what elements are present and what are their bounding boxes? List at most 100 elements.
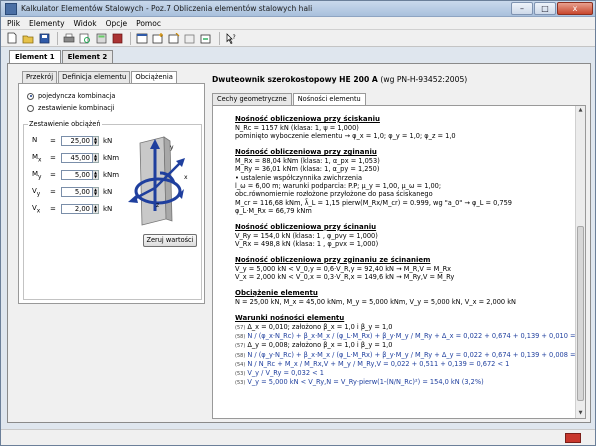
- result-line: obc.równomiernie rozłożone przyłożone do…: [235, 190, 575, 198]
- status-logo-icon: [565, 433, 581, 443]
- result-line: • ustalenie współczynnika zwichrzenia: [235, 174, 575, 182]
- toolbar-separator: [219, 31, 220, 45]
- equation-number: (57): [235, 343, 246, 350]
- loads-group: Zestawienie obciążeń N = 25,00 ▲ ▼ kN Mx …: [23, 120, 202, 300]
- radio-single-combination[interactable]: pojedyncza kombinacja: [27, 92, 115, 100]
- tab-element-1[interactable]: Element 1: [9, 50, 61, 64]
- window-icon[interactable]: [135, 32, 149, 45]
- field-mx-unit: kNm: [103, 154, 120, 163]
- results-panel: Nośność obliczeniowa przy ściskaniu N_Rc …: [212, 105, 586, 419]
- tab-element-2[interactable]: Element 2: [61, 50, 114, 63]
- preview-icon[interactable]: [78, 32, 92, 45]
- maximize-button[interactable]: □: [534, 2, 556, 15]
- toolbar-separator: [130, 31, 131, 45]
- spinner-n[interactable]: ▲ ▼: [93, 136, 99, 147]
- scroll-down-icon[interactable]: ▼: [576, 409, 585, 418]
- radio-dot-checked[interactable]: [27, 92, 34, 100]
- open-icon[interactable]: [21, 32, 35, 45]
- app-window: Kalkulator Elementów Stalowych - Poz.7 O…: [0, 0, 596, 446]
- field-row-vy: Vy = 5,00 ▲ ▼ kN: [32, 187, 113, 198]
- new-icon[interactable]: [5, 32, 19, 45]
- result-line: M_Rx = 88,04 kNm (klasa: 1, α_px = 1,053…: [235, 157, 575, 165]
- scroll-up-icon[interactable]: ▲: [576, 106, 585, 115]
- title-bar[interactable]: Kalkulator Elementów Stalowych - Poz.7 O…: [1, 1, 595, 17]
- field-n-input[interactable]: 25,00: [61, 136, 93, 147]
- field-row-vx: Vx = 2,00 ▲ ▼ kN: [32, 204, 113, 215]
- scroll-thumb[interactable]: [577, 226, 584, 401]
- document-panel: Przekrój Definicja elementu Obciążenia p…: [7, 63, 591, 423]
- field-vx-input[interactable]: 2,00: [61, 204, 93, 215]
- result-section-title: Warunki nośności elementu: [235, 313, 345, 322]
- loads-panel: pojedyncza kombinacja zestawienie kombin…: [18, 83, 205, 304]
- result-line: (53) V_y / V_Ry = 0,032 < 1: [235, 369, 575, 378]
- calc-icon[interactable]: [94, 32, 108, 45]
- zero-values-button[interactable]: Zeruj wartości: [143, 234, 197, 247]
- spinner-vy[interactable]: ▲ ▼: [93, 187, 99, 198]
- field-label-my: My: [32, 170, 42, 181]
- status-bar: [1, 429, 595, 445]
- add-element-icon[interactable]: [151, 32, 165, 45]
- delete-element-icon[interactable]: [183, 32, 197, 45]
- result-text: M_cr = 116,68 kNm, λ̄_L = 1,15 pierw(M_R…: [235, 198, 512, 207]
- result-text: N_Rc = 1157 kN (klasa: 1, ψ = 1,000): [235, 124, 359, 132]
- tab-definicja-elementu[interactable]: Definicja elementu: [58, 71, 131, 83]
- svg-text:z: z: [156, 202, 159, 209]
- radio-combination-list[interactable]: zestawienie kombinacji: [27, 104, 115, 112]
- tab-przekroj[interactable]: Przekrój: [22, 71, 58, 83]
- equation-number: (54): [235, 361, 246, 368]
- equation-number: (53): [235, 380, 246, 387]
- field-row-n: N = 25,00 ▲ ▼ kN: [32, 136, 113, 147]
- result-line: V_Ry = 154,0 kN (klasa: 1 , φ_pvy = 1,00…: [235, 232, 575, 240]
- result-section-title: Nośność obliczeniowa przy ściskaniu: [235, 115, 380, 123]
- result-text: N / N_Rc + M_x / M_Rx,V + M_y / M_Ry,V =…: [247, 359, 510, 368]
- equation-number: (58): [235, 333, 246, 340]
- help-icon[interactable]: ?: [224, 32, 238, 45]
- result-section: Warunki nośności elementu (57) Δ_x = 0,01…: [235, 313, 585, 388]
- result-text: Δ_x = 0,010; założono β_x = 1,0 i β_y = …: [247, 322, 393, 331]
- result-text: V_Rx = 498,8 kN (klasa: 1 , φ_pvx = 1,00…: [235, 239, 379, 248]
- results-scrollbar[interactable]: ▲ ▼: [575, 106, 585, 418]
- result-text: V_x = 2,000 kN < V_0,x = 0,3·V_R,x = 149…: [235, 273, 455, 282]
- spinner-my[interactable]: ▲ ▼: [93, 170, 99, 181]
- print-icon[interactable]: [62, 32, 76, 45]
- section-standard: (wg PN-H-93452:2005): [380, 75, 468, 84]
- menu-pomoc[interactable]: Pomoc: [136, 19, 161, 28]
- document-tabs: Element 1 Element 2: [9, 50, 114, 64]
- result-line: N = 25,00 kN, M_x = 45,00 kNm, M_y = 5,0…: [235, 298, 575, 306]
- svg-text:x: x: [184, 174, 188, 181]
- close-button[interactable]: x: [557, 2, 593, 15]
- spinner-mx[interactable]: ▲ ▼: [93, 153, 99, 164]
- result-text: V_y / V_Ry = 0,032 < 1: [247, 369, 324, 378]
- field-row-mx: Mx = 45,00 ▲ ▼ kNm: [32, 153, 120, 164]
- menu-elementy[interactable]: Elementy: [29, 19, 65, 28]
- result-text: N / (φ_x·N_Rc) + β_x·M_x / (φ_L·M_Rx) + …: [247, 331, 586, 340]
- radio-dot[interactable]: [27, 104, 34, 112]
- result-line: (57) Δ_y = 0,008; założono β_x = 1,0 i β…: [235, 341, 575, 350]
- section-name: Dwuteownik szerokostopowy HE 200 A: [212, 75, 378, 84]
- element-settings-icon[interactable]: [199, 32, 213, 45]
- menu-opcje[interactable]: Opcje: [106, 19, 128, 28]
- result-text: V_y = 5,000 kN < V_Ry,N = V_Ry·pierw(1-(…: [247, 378, 484, 387]
- spinner-vx[interactable]: ▲ ▼: [93, 204, 99, 215]
- result-section-title: Obciążenie elementu: [235, 288, 318, 297]
- field-mx-input[interactable]: 45,00: [61, 153, 93, 164]
- result-text: M_Ry = 36,01 kNm (klasa: 1, α_py = 1,250…: [235, 165, 380, 174]
- save-icon[interactable]: [37, 32, 51, 45]
- menu-widok[interactable]: Widok: [74, 19, 97, 28]
- field-my-unit: kNm: [103, 171, 120, 180]
- result-line: pominięto wyboczenie elementu → φ_x = 1,…: [235, 132, 575, 140]
- menu-plik[interactable]: Plik: [7, 19, 20, 28]
- field-row-my: My = 5,00 ▲ ▼ kNm: [32, 170, 120, 181]
- field-vy-input[interactable]: 5,00: [61, 187, 93, 198]
- field-my-input[interactable]: 5,00: [61, 170, 93, 181]
- export-icon[interactable]: [110, 32, 124, 45]
- copy-element-icon[interactable]: [167, 32, 181, 45]
- result-line: (58) N / (φ_x·N_Rc) + β_x·M_x / (φ_L·M_R…: [235, 332, 585, 341]
- result-section: Obciążenie elementu N = 25,00 kN, M_x = 4…: [235, 289, 575, 306]
- result-line: M_cr = 116,68 kNm, λ̄_L = 1,15 pierw(M_R…: [235, 199, 575, 207]
- field-label-n: N: [32, 136, 38, 144]
- tab-cechy-geometryczne[interactable]: Cechy geometryczne: [212, 93, 292, 105]
- result-line: V_x = 2,000 kN < V_0,x = 0,3·V_R,x = 149…: [235, 273, 575, 281]
- equation-number: (57): [235, 324, 246, 331]
- minimize-button[interactable]: –: [511, 2, 533, 15]
